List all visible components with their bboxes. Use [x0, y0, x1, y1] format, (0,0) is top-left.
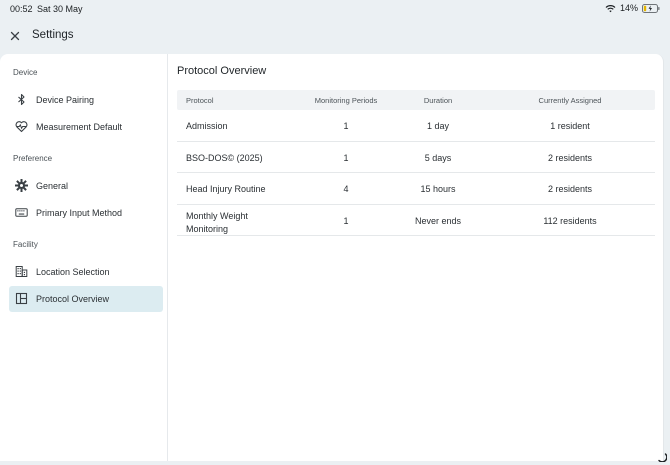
- status-date: Sat 30 May: [37, 4, 83, 14]
- battery-percent: 14%: [619, 3, 638, 13]
- cell-protocol: Head Injury Routine: [186, 184, 266, 194]
- table-row[interactable]: Monthly Weight Monitoring 1 Never ends 1…: [177, 205, 655, 236]
- table-row[interactable]: Admission 1 1 day 1 resident: [177, 110, 655, 142]
- page-title: Settings: [32, 29, 74, 41]
- status-indicators: 14%: [605, 3, 660, 13]
- cell-duration: 1 day: [426, 121, 450, 131]
- cell-monitoring-periods: 1: [343, 215, 349, 226]
- sidebar-item-label: Protocol Overview: [36, 294, 110, 304]
- column-header-monitoring-periods: Monitoring Periods: [314, 96, 378, 105]
- building-icon: [15, 266, 28, 277]
- content-title: Protocol Overview: [177, 65, 267, 77]
- cell-duration: 15 hours: [420, 184, 456, 194]
- column-header-currently-assigned: Currently Assigned: [538, 96, 602, 105]
- settings-panel: Device Device Pairing Measurement Defaul…: [0, 54, 664, 461]
- sidebar-item-label: General: [36, 181, 69, 191]
- table-row[interactable]: BSO-DOS© (2025) 1 5 days 2 residents: [177, 142, 655, 173]
- column-header-protocol: Protocol: [186, 96, 214, 105]
- cell-currently-assigned: 1 resident: [550, 121, 590, 131]
- battery-charging-icon: [642, 3, 660, 13]
- sidebar: Device Device Pairing Measurement Defaul…: [0, 54, 168, 461]
- section-label-device: Device: [13, 68, 38, 77]
- table-header: Protocol Monitoring Periods Duration Cur…: [177, 90, 655, 110]
- bluetooth-icon: [18, 93, 25, 106]
- sidebar-item-device-pairing[interactable]: Device Pairing: [9, 87, 163, 113]
- sidebar-item-general[interactable]: General: [9, 173, 163, 199]
- cell-currently-assigned: 2 residents: [547, 184, 593, 194]
- cell-duration: Never ends: [414, 215, 462, 226]
- protocol-table: Protocol Monitoring Periods Duration Cur…: [177, 90, 655, 236]
- wifi-icon: [605, 4, 616, 12]
- sidebar-item-measurement-default[interactable]: Measurement Default: [9, 114, 163, 140]
- heart-pulse-icon: [15, 121, 28, 133]
- cell-currently-assigned: 112 residents: [543, 215, 597, 226]
- close-icon[interactable]: [8, 29, 22, 43]
- status-bar: 00:52 Sat 30 May 14%: [0, 0, 670, 18]
- cell-protocol: Monthly Weight Monitoring: [186, 210, 248, 234]
- keyboard-icon: [15, 208, 28, 217]
- cell-protocol: BSO-DOS© (2025): [186, 152, 263, 163]
- status-time: 00:52: [10, 4, 33, 14]
- table-row[interactable]: Head Injury Routine 4 15 hours 2 residen…: [177, 173, 655, 205]
- cell-monitoring-periods: 4: [343, 184, 349, 194]
- cell-duration: 5 days: [424, 152, 452, 163]
- loading-spinner-icon: [658, 453, 667, 462]
- sidebar-item-label: Location Selection: [36, 267, 110, 277]
- topbar: Settings: [0, 22, 670, 50]
- cell-monitoring-periods: 1: [343, 121, 349, 131]
- sidebar-item-label: Primary Input Method: [36, 208, 123, 218]
- sidebar-item-primary-input-method[interactable]: Primary Input Method: [9, 200, 163, 226]
- layout-icon: [15, 292, 28, 305]
- sidebar-item-label: Measurement Default: [36, 122, 123, 132]
- cell-currently-assigned: 2 residents: [547, 152, 593, 163]
- sidebar-item-location-selection[interactable]: Location Selection: [9, 259, 163, 285]
- section-label-preference: Preference: [13, 154, 53, 163]
- cell-protocol: Admission: [186, 121, 228, 131]
- main-content: Protocol Overview Protocol Monitoring Pe…: [168, 54, 663, 461]
- sidebar-item-protocol-overview[interactable]: Protocol Overview: [9, 286, 163, 312]
- gear-icon: [15, 179, 28, 192]
- cell-monitoring-periods: 1: [343, 152, 349, 163]
- section-label-facility: Facility: [13, 240, 38, 249]
- sidebar-item-label: Device Pairing: [36, 95, 95, 105]
- column-header-duration: Duration: [423, 96, 453, 105]
